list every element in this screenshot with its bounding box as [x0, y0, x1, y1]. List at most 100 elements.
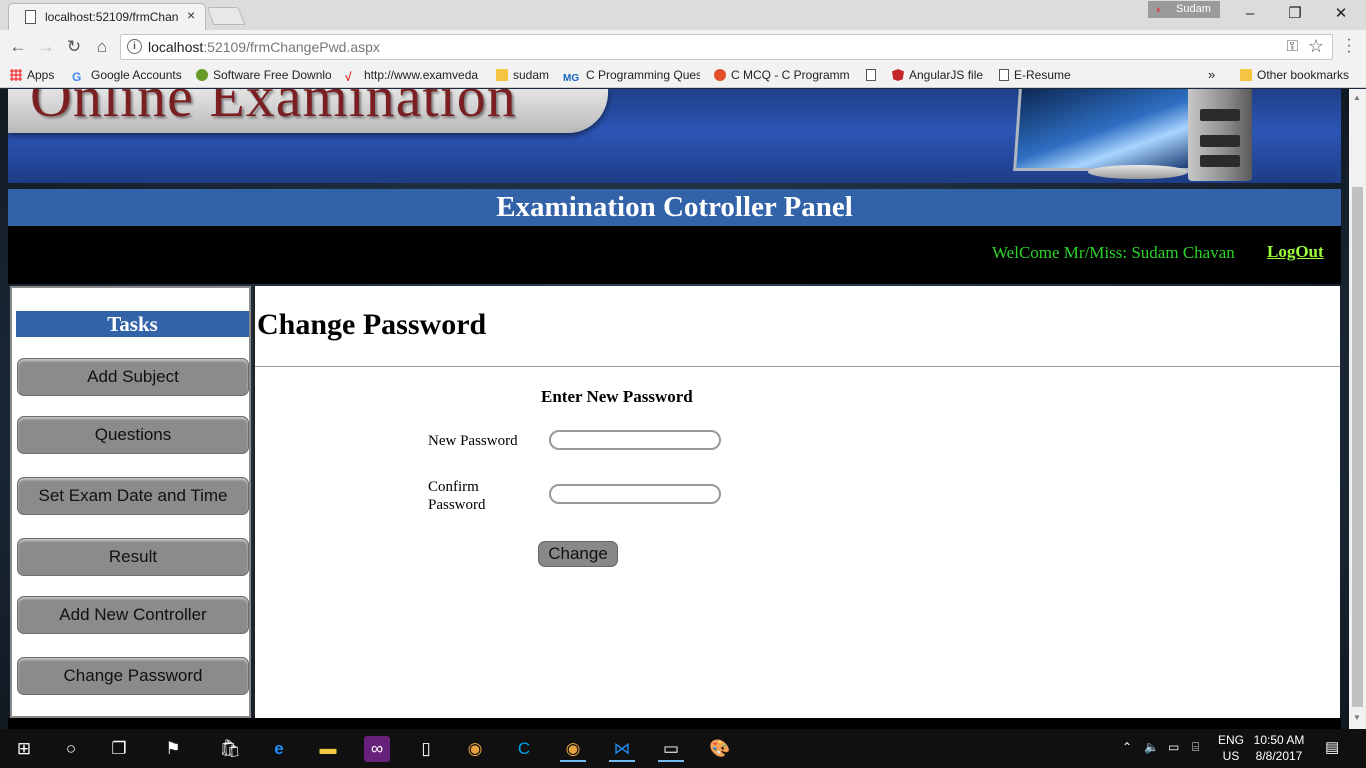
search-icon[interactable]: ○: [58, 736, 84, 762]
back-arrow-icon[interactable]: ←: [7, 36, 29, 58]
edge-icon[interactable]: e: [266, 736, 292, 762]
key-icon[interactable]: ⚿: [1287, 38, 1298, 55]
bookmark-c-programming[interactable]: MG C Programming Ques: [563, 68, 700, 85]
bookmark-doc[interactable]: [866, 68, 881, 82]
scrollbar-thumb[interactable]: [1352, 187, 1363, 707]
bookmark-label: AngularJS file: [909, 68, 984, 82]
bookmarks-overflow-icon[interactable]: »: [1208, 67, 1215, 82]
result-button[interactable]: Result: [17, 538, 249, 576]
bookmark-label: C Programming Ques: [586, 68, 700, 82]
panel-title: Examination Cotroller Panel: [496, 191, 853, 223]
battery-icon[interactable]: ▭: [1168, 740, 1179, 754]
panel-header: Examination Cotroller Panel: [8, 189, 1341, 226]
drive-slot: [1200, 109, 1240, 121]
volume-icon[interactable]: 🔈: [1144, 740, 1159, 754]
bookmark-e-resume[interactable]: E-Resume: [999, 68, 1071, 82]
windows-start-icon[interactable]: ⊞: [11, 736, 37, 762]
bookmark-sudam[interactable]: sudam: [496, 68, 549, 82]
windows-taskbar: ⊞ ○ ❐ ⚑ 🛍 e ▬ ∞ ▯ ◉ C ◉ ⋈ ▭ 🎨 ⌃ 🔈 ▭ ⌸ EN…: [0, 729, 1366, 768]
confirm-password-label: Confirm Password: [428, 478, 486, 514]
store-icon[interactable]: 🛍: [217, 736, 243, 762]
file-explorer-icon[interactable]: ▬: [315, 736, 341, 762]
url-path: :52109/frmChangePwd.aspx: [203, 39, 380, 55]
paint-icon[interactable]: 🎨: [707, 736, 733, 762]
chrome-icon[interactable]: ◉: [462, 736, 488, 762]
scroll-up-icon[interactable]: ▲: [1353, 93, 1361, 102]
vscode-icon[interactable]: ⋈: [609, 736, 635, 762]
site-banner: Online Examination: [8, 89, 1341, 183]
document-icon[interactable]: ▯: [413, 736, 439, 762]
bookmark-label: Apps: [27, 68, 55, 82]
address-bar[interactable]: i localhost:52109/frmChangePwd.aspx ⚿ ☆: [120, 34, 1333, 60]
ccleaner-icon[interactable]: C: [511, 736, 537, 762]
folder-icon: [1240, 69, 1252, 81]
bookmark-label: Other bookmarks: [1257, 68, 1350, 82]
profile-button[interactable]: ◐ Sudam: [1148, 1, 1220, 18]
bookmark-label: http://www.examveda: [364, 68, 479, 82]
confirm-label-line2: Password: [428, 497, 486, 513]
drive-slot: [1200, 135, 1240, 147]
doc-icon: [866, 69, 876, 81]
home-icon[interactable]: ⌂: [91, 36, 113, 58]
form-heading: Enter New Password: [541, 387, 693, 406]
language-indicator[interactable]: ENG US: [1214, 732, 1248, 764]
task-view-icon[interactable]: ❐: [106, 736, 132, 762]
windows-flag-icon[interactable]: ⚑: [160, 736, 186, 762]
new-password-label: New Password: [428, 433, 518, 449]
change-password-nav-button[interactable]: Change Password: [17, 657, 249, 695]
action-center-icon[interactable]: ▤: [1325, 738, 1339, 756]
page-scrollbar[interactable]: ▲ ▼: [1349, 89, 1366, 729]
visual-studio-icon[interactable]: ∞: [364, 736, 390, 762]
bookmark-label: Google Accounts: [91, 68, 182, 82]
info-icon[interactable]: i: [127, 39, 142, 54]
bookmark-software[interactable]: Software Free Downlo: [196, 68, 331, 82]
browser-titlebar: localhost:52109/frmChan × ◐ Sudam – ❐ ✕: [0, 0, 1366, 30]
browser-toolbar: ← → ↻ ⌂ i localhost:52109/frmChangePwd.a…: [0, 30, 1366, 64]
monitor-image: [1013, 89, 1199, 171]
command-prompt-icon[interactable]: ▭: [658, 736, 684, 762]
new-tab-button[interactable]: [206, 7, 246, 25]
bookmark-c-mcq[interactable]: C MCQ - C Programm: [714, 68, 851, 82]
chrome-menu-icon[interactable]: · · ·: [1343, 32, 1355, 60]
tasks-sidebar: Tasks Add Subject Questions Set Exam Dat…: [10, 286, 251, 718]
bookmark-examveda[interactable]: √ http://www.examveda: [345, 68, 481, 82]
add-subject-button[interactable]: Add Subject: [17, 358, 249, 396]
bookmark-label: E-Resume: [1014, 68, 1071, 82]
close-tab-icon[interactable]: ×: [187, 7, 195, 23]
confirm-password-input[interactable]: [549, 484, 721, 504]
maximize-button[interactable]: ❐: [1272, 2, 1318, 26]
angular-icon: [892, 69, 904, 81]
add-new-controller-button[interactable]: Add New Controller: [17, 596, 249, 634]
banner-title-band: Online Examination: [8, 89, 608, 133]
reload-icon[interactable]: ↻: [63, 36, 85, 58]
clock[interactable]: 10:50 AM 8/8/2017: [1244, 732, 1314, 764]
software-icon: [196, 69, 208, 81]
new-password-input[interactable]: [549, 430, 721, 450]
url-text[interactable]: localhost:52109/frmChangePwd.aspx: [148, 39, 380, 55]
bookmarks-bar: Apps G Google Accounts Software Free Down…: [0, 64, 1366, 88]
minimize-button[interactable]: –: [1227, 2, 1273, 26]
bookmark-label: sudam: [513, 68, 550, 82]
clock-time: 10:50 AM: [1253, 733, 1305, 747]
bookmark-apps[interactable]: Apps: [10, 68, 54, 82]
confirm-label-line1: Confirm: [428, 479, 479, 495]
bookmark-star-icon[interactable]: ☆: [1308, 36, 1324, 57]
bookmark-angularjs[interactable]: AngularJS file: [892, 68, 983, 82]
logout-link[interactable]: LogOut: [1267, 242, 1324, 262]
set-exam-date-time-button[interactable]: Set Exam Date and Time: [17, 477, 249, 515]
page-viewport: Online Examination Examination Cotroller…: [0, 89, 1349, 729]
monitor-stand-image: [1088, 165, 1188, 179]
browser-tab[interactable]: localhost:52109/frmChan ×: [8, 3, 206, 30]
show-hidden-icons-icon[interactable]: ⌃: [1122, 740, 1132, 754]
close-window-button[interactable]: ✕: [1318, 2, 1364, 26]
bookmark-google-accounts[interactable]: G Google Accounts: [72, 68, 182, 82]
network-icon[interactable]: ⌸: [1192, 740, 1199, 755]
forward-arrow-icon[interactable]: →: [35, 36, 57, 58]
chrome-active-icon[interactable]: ◉: [560, 736, 586, 762]
bookmark-other[interactable]: Other bookmarks: [1240, 68, 1349, 82]
change-button[interactable]: Change: [538, 541, 618, 567]
tab-title: localhost:52109/frmChan: [45, 10, 179, 24]
scroll-down-icon[interactable]: ▼: [1353, 713, 1361, 722]
questions-button[interactable]: Questions: [17, 416, 249, 454]
folder-icon: [496, 69, 508, 81]
